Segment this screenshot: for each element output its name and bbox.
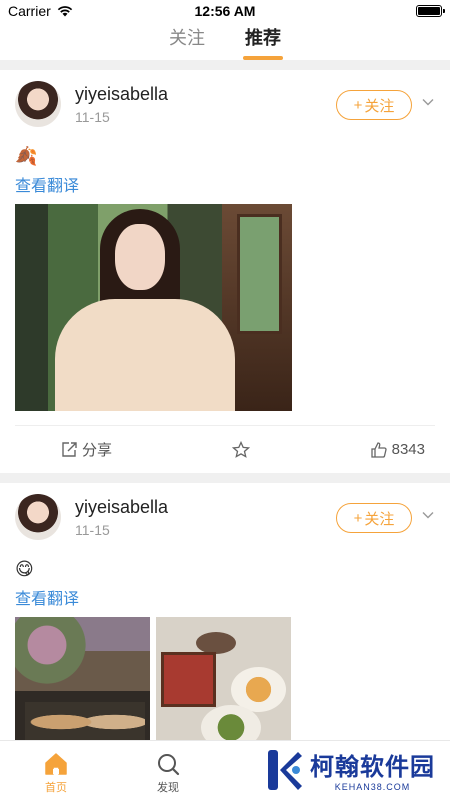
top-tabs: 关注 推荐 [0,22,450,60]
post-photo[interactable] [156,617,291,752]
follow-button[interactable]: + 关注 [336,503,412,533]
tab-following[interactable]: 关注 [169,22,205,60]
username[interactable]: yiyeisabella [75,84,168,105]
like-count: 8343 [391,441,425,458]
username[interactable]: yiyeisabella [75,497,168,518]
post-actions: 分享 8343 [15,425,435,473]
status-bar: Carrier 12:56 AM [0,0,450,22]
post-photo[interactable] [15,204,292,411]
post-card: yiyeisabella 11-15 + 关注 😋 查看翻译 [0,483,450,752]
watermark-title: 柯翰软件园 [310,754,435,781]
section-divider [0,60,450,70]
photo-grid [15,617,435,752]
follow-label: 关注 [364,510,395,528]
post-date: 11-15 [75,109,110,125]
tab-recommended[interactable]: 推荐 [245,22,281,60]
post-card: yiyeisabella 11-15 + 关注 🍂 查看翻译 分享 8343 [0,70,450,473]
translate-link[interactable]: 查看翻译 [15,172,435,196]
tab-discover-label: 发现 [157,782,179,794]
home-icon [45,753,67,775]
avatar[interactable] [15,494,61,540]
avatar[interactable] [15,81,61,127]
share-icon [62,441,77,457]
post-photo[interactable] [15,617,150,752]
user-meta: yiyeisabella 11-15 [75,494,168,538]
plus-icon: + [353,509,363,527]
section-divider [0,473,450,483]
follow-label: 关注 [364,97,395,115]
search-icon [158,754,180,776]
post-emoji: 🍂 [15,146,38,166]
like-button[interactable]: 8343 [370,441,425,459]
watermark-subtitle: KEHAN38.COM [334,782,411,792]
battery-icon [415,5,445,17]
translate-link[interactable]: 查看翻译 [15,585,435,609]
carrier-label: Carrier [8,3,51,19]
favorite-button[interactable] [231,440,250,459]
watermark: 柯翰软件园 KEHAN38.COM [266,747,435,792]
thumbs-up-icon [370,441,387,458]
status-left: Carrier [8,3,128,19]
star-icon [231,440,250,458]
chevron-down-icon[interactable] [422,509,434,521]
post-emoji: 😋 [15,559,34,579]
chevron-down-icon[interactable] [422,96,434,108]
watermark-text: 柯翰软件园 KEHAN38.COM [310,747,435,792]
share-button[interactable]: 分享 [60,439,112,460]
post-date: 11-15 [75,522,110,538]
status-right [322,5,445,17]
tab-home[interactable]: 首页 [0,741,112,800]
user-meta: yiyeisabella 11-15 [75,81,168,125]
tab-discover[interactable]: 发现 [112,741,224,800]
tab-home-label: 首页 [45,782,67,794]
watermark-logo-icon [268,749,302,790]
follow-button[interactable]: + 关注 [336,90,412,120]
wifi-icon [57,6,72,17]
status-time: 12:56 AM [194,3,256,19]
plus-icon: + [353,96,363,114]
share-label: 分享 [82,442,113,459]
